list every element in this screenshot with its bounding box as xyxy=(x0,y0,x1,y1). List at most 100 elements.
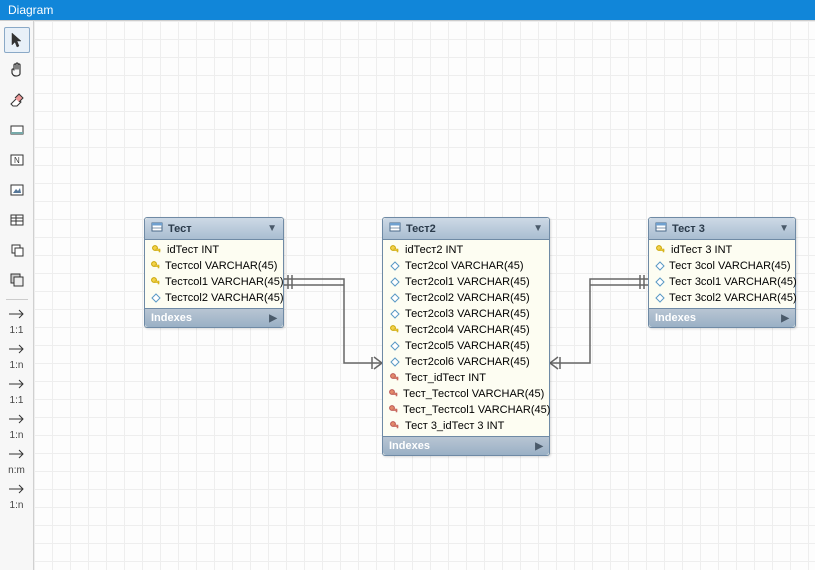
rel-1-1[interactable]: 1:1 xyxy=(4,305,30,338)
relation-label: 1:n xyxy=(4,430,30,441)
collapse-arrow-icon[interactable]: ▼ xyxy=(533,223,543,234)
table-icon xyxy=(655,221,667,236)
window-title: Diagram xyxy=(8,3,53,17)
key-icon xyxy=(655,245,667,255)
column-row[interactable]: idТест 3 INT xyxy=(649,242,795,258)
indexes-label: Indexes xyxy=(389,440,430,452)
column-row[interactable]: Тест 3_idТест 3 INT xyxy=(383,418,549,434)
diamond-icon xyxy=(655,293,665,303)
table-name: Тест xyxy=(168,223,192,235)
diamond-icon xyxy=(389,357,401,367)
expand-arrow-icon[interactable]: ▶ xyxy=(781,313,789,324)
table-header[interactable]: Тест2 ▼ xyxy=(383,218,549,240)
relation-arrow-icon xyxy=(4,480,30,498)
column-label: Тест2col4 VARCHAR(45) xyxy=(405,324,530,336)
column-row[interactable]: Тест2col3 VARCHAR(45) xyxy=(383,306,549,322)
expand-arrow-icon[interactable]: ▶ xyxy=(269,313,277,324)
rel-1-n-b[interactable]: 1:n xyxy=(4,410,30,443)
key-icon xyxy=(389,245,401,255)
db-table-t2[interactable]: Тест2 ▼ idТест2 INT Тест2col VARCHAR(45) Тес… xyxy=(382,217,550,456)
toolbar: N 1:1 1:n 1:1 1:n n:m 1:n xyxy=(0,21,34,570)
diagram-canvas[interactable]: Тест ▼ idТест INT Тестcol VARCHAR(45) Тестco… xyxy=(34,21,815,570)
column-label: Тест_Тестcol VARCHAR(45) xyxy=(403,388,544,400)
rel-1-n-c[interactable]: 1:n xyxy=(4,480,30,513)
stack-tool[interactable] xyxy=(4,267,30,293)
collapse-arrow-icon[interactable]: ▼ xyxy=(267,223,277,234)
column-row[interactable]: Тестcol2 VARCHAR(45) xyxy=(145,290,283,306)
column-row[interactable]: Тест 3col2 VARCHAR(45) xyxy=(649,290,795,306)
column-row[interactable]: Тест_Тестcol VARCHAR(45) xyxy=(383,386,549,402)
relation-label: 1:n xyxy=(4,360,30,371)
fk-key-icon xyxy=(389,405,399,415)
relation-arrow-icon xyxy=(4,445,30,463)
expand-arrow-icon[interactable]: ▶ xyxy=(535,441,543,452)
diamond-icon xyxy=(655,261,665,271)
column-row[interactable]: Тест_Тестcol1 VARCHAR(45) xyxy=(383,402,549,418)
column-row[interactable]: Тестcol VARCHAR(45) xyxy=(145,258,283,274)
table-footer-indexes[interactable]: Indexes▶ xyxy=(649,308,795,327)
fk-key-icon xyxy=(389,389,399,399)
column-row[interactable]: idТест INT xyxy=(145,242,283,258)
hand-tool[interactable] xyxy=(4,57,30,83)
relation-arrow-icon xyxy=(4,375,30,393)
table-footer-indexes[interactable]: Indexes▶ xyxy=(145,308,283,327)
column-label: idТест2 INT xyxy=(405,244,463,256)
copy-tool[interactable] xyxy=(4,237,30,263)
table-header[interactable]: Тест ▼ xyxy=(145,218,283,240)
key-icon xyxy=(151,261,161,271)
column-row[interactable]: Тестcol1 VARCHAR(45) xyxy=(145,274,283,290)
eraser-tool[interactable] xyxy=(4,87,30,113)
table-icon xyxy=(151,221,163,236)
column-label: Тест2col VARCHAR(45) xyxy=(405,260,524,272)
column-row[interactable]: Тест_idТест INT xyxy=(383,370,549,386)
image-tool[interactable] xyxy=(4,177,30,203)
column-label: Тест 3col VARCHAR(45) xyxy=(669,260,791,272)
relation-arrow-icon xyxy=(4,410,30,428)
placement-tool[interactable]: N xyxy=(4,147,30,173)
collapse-arrow-icon[interactable]: ▼ xyxy=(779,223,789,234)
rel-1-1-b[interactable]: 1:1 xyxy=(4,375,30,408)
relation-arrow-icon xyxy=(4,305,30,323)
key-icon xyxy=(151,277,161,287)
rel-1-n[interactable]: 1:n xyxy=(4,340,30,373)
column-label: idТест 3 INT xyxy=(671,244,732,256)
relation-label: n:m xyxy=(4,465,30,476)
column-label: Тестcol VARCHAR(45) xyxy=(165,260,277,272)
column-row[interactable]: Тест2col6 VARCHAR(45) xyxy=(383,354,549,370)
table-icon xyxy=(389,221,401,236)
table-tool[interactable] xyxy=(4,207,30,233)
table-columns: idТест 3 INT Тест 3col VARCHAR(45) Тест 3c… xyxy=(649,240,795,308)
fk-key-icon xyxy=(389,421,401,431)
column-row[interactable]: Тест2col VARCHAR(45) xyxy=(383,258,549,274)
relation-label: 1:1 xyxy=(4,395,30,406)
relation-label: 1:n xyxy=(4,500,30,511)
toolbar-separator xyxy=(6,299,28,300)
layer-tool[interactable] xyxy=(4,117,30,143)
table-header[interactable]: Тест 3 ▼ xyxy=(649,218,795,240)
column-label: Тест 3_idТест 3 INT xyxy=(405,420,504,432)
column-row[interactable]: Тест2col2 VARCHAR(45) xyxy=(383,290,549,306)
db-table-t1[interactable]: Тест ▼ idТест INT Тестcol VARCHAR(45) Тестco… xyxy=(144,217,284,328)
diamond-icon xyxy=(389,277,401,287)
column-row[interactable]: Тест2col1 VARCHAR(45) xyxy=(383,274,549,290)
svg-text:N: N xyxy=(14,156,20,165)
diamond-icon xyxy=(389,309,401,319)
column-row[interactable]: Тест2col4 VARCHAR(45) xyxy=(383,322,549,338)
table-name: Тест2 xyxy=(406,223,436,235)
rel-n-m[interactable]: n:m xyxy=(4,445,30,478)
diamond-icon xyxy=(151,293,161,303)
table-name: Тест 3 xyxy=(672,223,705,235)
column-label: Тест2col5 VARCHAR(45) xyxy=(405,340,530,352)
pointer-tool[interactable] xyxy=(4,27,30,53)
column-row[interactable]: idТест2 INT xyxy=(383,242,549,258)
column-label: Тест_idТест INT xyxy=(405,372,486,384)
column-row[interactable]: Тест 3col1 VARCHAR(45) xyxy=(649,274,795,290)
column-row[interactable]: Тест 3col VARCHAR(45) xyxy=(649,258,795,274)
column-row[interactable]: Тест2col5 VARCHAR(45) xyxy=(383,338,549,354)
db-table-t3[interactable]: Тест 3 ▼ idТест 3 INT Тест 3col VARCHAR(45)… xyxy=(648,217,796,328)
column-label: Тестcol2 VARCHAR(45) xyxy=(165,292,284,304)
column-label: Тест2col1 VARCHAR(45) xyxy=(405,276,530,288)
table-footer-indexes[interactable]: Indexes ▶ xyxy=(383,436,549,455)
connector-t1-t2 xyxy=(284,273,384,373)
column-label: Тест 3col1 VARCHAR(45) xyxy=(669,276,797,288)
